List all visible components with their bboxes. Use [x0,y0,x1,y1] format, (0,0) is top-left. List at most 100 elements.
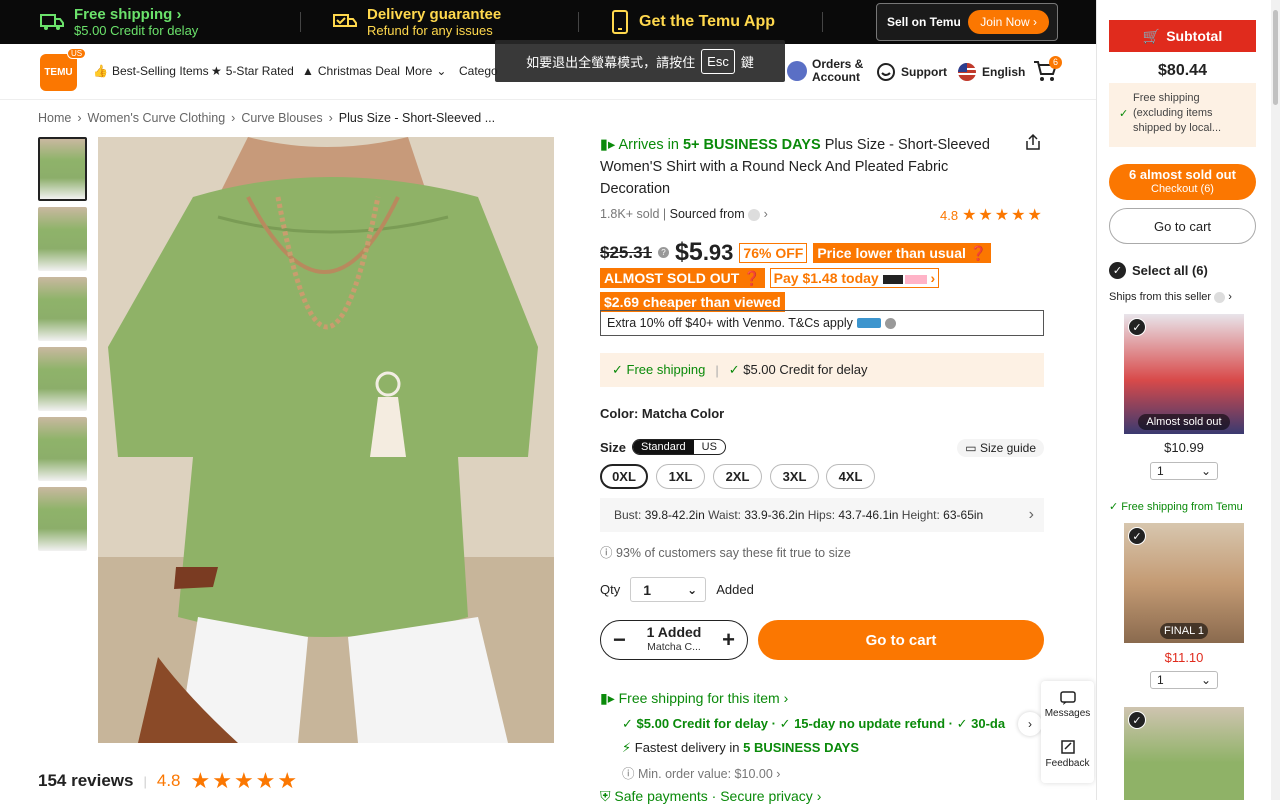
check-circle-icon[interactable]: ✓ [1109,262,1126,279]
nav-more[interactable]: More ⌄ [405,64,446,78]
size-guide-label: Size guide [979,441,1036,455]
sidebar-go-to-cart[interactable]: Go to cart [1109,208,1256,244]
cart-free-text: Free shipping (excluding items shipped b… [1133,92,1222,134]
fullscreen-toast: 如要退出全螢幕模式，請按住 Esc 鍵 [495,40,785,82]
qty-value: 1 [1157,673,1164,687]
ship-item-link[interactable]: ▮▸ Free shipping for this item › [600,690,788,707]
thumbnail-2[interactable] [38,207,87,271]
breadcrumb-home[interactable]: Home [38,111,71,125]
temu-logo[interactable]: TEMU [40,54,77,91]
quantity-row: Qty 1 ⌄ Added [600,577,754,602]
join-now-button[interactable]: Join Now › [968,10,1049,34]
min-order[interactable]: ⓘ Min. order value: $10.00 › [622,763,780,782]
cart-item-2[interactable]: ✓ FINAL 1 [1124,523,1244,643]
size-option-4xl[interactable]: 4XL [826,464,875,489]
support-link[interactable]: Support [876,62,947,82]
shield-icon: ⛨ [600,788,611,804]
pay-later-tag[interactable]: Pay $1.48 today › [769,268,940,288]
free-shipping-label: Free shipping [626,362,706,377]
select-all[interactable]: ✓ Select all (6) [1109,262,1208,279]
size-guide-button[interactable]: ▭ Size guide [957,439,1044,457]
price-lower-tag[interactable]: Price lower than usual ❓ [813,242,992,263]
subtotal-value: $80.44 [1158,62,1207,79]
checkout-button[interactable]: 6 almost sold out Checkout (6) [1109,164,1256,200]
nav-best-selling[interactable]: 👍 Best-Selling Items [93,64,209,78]
thumbnail-1[interactable] [38,137,87,201]
scroll-right-button[interactable]: › [1018,712,1042,736]
check-circle-icon[interactable]: ✓ [1128,318,1146,336]
messages-button[interactable]: Messages [1041,691,1094,719]
credit-delay-label: $5.00 Credit for delay [743,362,868,377]
quantity-select[interactable]: 1 ⌄ [630,577,707,602]
nav-categories[interactable]: Catego [459,64,498,78]
feedback-label: Feedback [1045,758,1090,769]
venmo-offer[interactable]: Extra 10% off $40+ with Venmo. T&Cs appl… [600,310,1044,336]
nav-christmas-deal[interactable]: ▲ Christmas Deal [302,64,400,78]
toast-text: 如要退出全螢幕模式，請按住 [526,54,696,70]
reviews-summary[interactable]: 154 reviews | 4.8 ★★★★★ [38,768,299,794]
chevron-right-icon: › [1028,717,1032,731]
info-icon[interactable]: ? [658,247,669,258]
size-option-3xl[interactable]: 3XL [770,464,819,489]
size-option-1xl[interactable]: 1XL [656,464,705,489]
ships-from-seller[interactable]: Ships from this seller › [1109,291,1232,303]
scrollbar-track[interactable] [1271,0,1280,800]
thumbnail-3[interactable] [38,277,87,341]
product-photo [98,137,554,743]
language-selector[interactable]: English [957,62,1025,82]
get-app-promo[interactable]: Get the Temu App [611,0,775,44]
main-product-image[interactable] [98,137,554,743]
breadcrumb-curve-clothing[interactable]: Women's Curve Clothing [88,111,226,125]
feedback-button[interactable]: Feedback [1041,739,1094,769]
added-label: Added [716,582,754,597]
nav-five-star[interactable]: ★ 5-Star Rated [211,64,294,78]
sell-on-temu-box[interactable]: Sell on Temu Join Now › [876,3,1058,41]
thumbnail-4[interactable] [38,347,87,411]
unit-us[interactable]: US [694,440,725,454]
cart-quantity-stepper[interactable]: − 1 Added Matcha C... + [600,620,748,660]
join-now-label: Join Now [980,15,1030,29]
size-unit-toggle[interactable]: Standard US [632,439,726,455]
almost-sold-out-tag[interactable]: ALMOST SOLD OUT ❓ [600,268,765,288]
cart-item-qty[interactable]: 1 ⌄ [1150,671,1218,689]
thumbnail-5[interactable] [38,417,87,481]
delivery-guarantee-promo[interactable]: Delivery guarantee Refund for any issues [333,0,501,44]
ship-30: 30-da [971,716,1006,731]
check-circle-icon[interactable]: ✓ [1128,711,1146,729]
plus-icon[interactable]: + [722,627,735,653]
free-shipping-promo[interactable]: Free shipping › $5.00 Credit for delay [40,0,198,44]
go-to-cart-button[interactable]: Go to cart [758,620,1044,660]
sold-sourced-line: 1.8K+ sold | Sourced from › [600,207,768,221]
account-label: Account [812,70,860,84]
ships-from-label: Ships from this seller [1109,291,1212,303]
source-flag-icon [748,208,761,221]
chevron-down-icon: ⌄ [687,582,698,597]
seller-flag-icon [1214,291,1226,303]
cart-icon: 🛒 [1142,27,1161,44]
cart-item-3[interactable]: ✓ [1124,707,1244,800]
size-option-2xl[interactable]: 2XL [713,464,762,489]
hips-value: 43.7-46.1in [838,508,899,522]
cart-count-badge: 6 [1049,56,1062,69]
product-rating[interactable]: 4.8 ★★★★★ [940,205,1044,225]
cart-item-1[interactable]: ✓ Almost sold out [1124,314,1244,434]
size-measurements[interactable]: Bust: 39.8-42.2in Waist: 33.9-36.2in Hip… [600,498,1044,532]
help-icon[interactable] [884,317,896,329]
ruler-icon: ▭ [965,441,977,455]
thumbnail-6[interactable] [38,487,87,551]
cart-item-qty[interactable]: 1 ⌄ [1150,462,1218,480]
orders-account-link[interactable]: Orders & Account [787,58,863,84]
scrollbar-thumb[interactable] [1273,10,1278,105]
check-icon: ✓ [728,362,740,377]
check-circle-icon[interactable]: ✓ [1128,527,1146,545]
free-shipping-box[interactable]: ✓ Free shipping | ✓ $5.00 Credit for del… [600,353,1044,387]
bust-label: Bust: [614,508,642,522]
safe-payments-link[interactable]: ⛨ Safe payments · Secure privacy › [600,788,821,805]
breadcrumb-curve-blouses[interactable]: Curve Blouses [241,111,322,125]
minus-icon[interactable]: − [613,627,626,653]
unit-standard[interactable]: Standard [633,440,694,454]
size-option-0xl[interactable]: 0XL [600,464,648,489]
item-status-label: FINAL 1 [1160,623,1208,639]
check-icon: ✓ [1109,501,1119,513]
share-icon[interactable] [1024,133,1042,154]
